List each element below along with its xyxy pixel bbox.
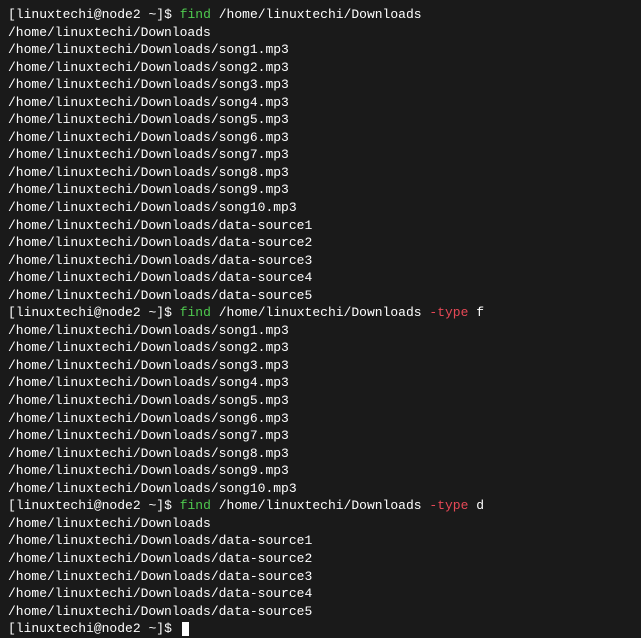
prompt-user-host: linuxtechi@node2 bbox=[16, 498, 141, 513]
prompt-bracket-close: ] bbox=[156, 305, 164, 320]
output-line: /home/linuxtechi/Downloads/data-source3 bbox=[8, 568, 633, 586]
output-line: /home/linuxtechi/Downloads/song7.mp3 bbox=[8, 427, 633, 445]
prompt-bracket-open: [ bbox=[8, 7, 16, 22]
prompt-bracket-close: ] bbox=[156, 621, 164, 636]
output-line: /home/linuxtechi/Downloads/song9.mp3 bbox=[8, 181, 633, 199]
cursor-icon bbox=[182, 622, 189, 636]
command-line: [linuxtechi@node2 ~]$ find /home/linuxte… bbox=[8, 6, 633, 24]
prompt-bracket-open: [ bbox=[8, 498, 16, 513]
command-flag-value: f bbox=[476, 305, 484, 320]
output-line: /home/linuxtechi/Downloads/data-source5 bbox=[8, 287, 633, 305]
output-line: /home/linuxtechi/Downloads/song10.mp3 bbox=[8, 199, 633, 217]
output-line: /home/linuxtechi/Downloads/song4.mp3 bbox=[8, 374, 633, 392]
command-name: find bbox=[180, 498, 211, 513]
prompt-symbol: $ bbox=[164, 305, 172, 320]
output-line: /home/linuxtechi/Downloads/data-source4 bbox=[8, 585, 633, 603]
output-line: /home/linuxtechi/Downloads bbox=[8, 24, 633, 42]
output-line: /home/linuxtechi/Downloads/song2.mp3 bbox=[8, 339, 633, 357]
output-line: /home/linuxtechi/Downloads bbox=[8, 515, 633, 533]
command-flag: -type bbox=[429, 305, 468, 320]
prompt-bracket-open: [ bbox=[8, 305, 16, 320]
prompt-symbol: $ bbox=[164, 498, 172, 513]
output-line: /home/linuxtechi/Downloads/song9.mp3 bbox=[8, 462, 633, 480]
terminal-window[interactable]: [linuxtechi@node2 ~]$ find /home/linuxte… bbox=[8, 6, 633, 638]
prompt-cwd: ~ bbox=[148, 621, 156, 636]
prompt-user-host: linuxtechi@node2 bbox=[16, 621, 141, 636]
prompt-bracket-close: ] bbox=[156, 7, 164, 22]
output-line: /home/linuxtechi/Downloads/data-source2 bbox=[8, 234, 633, 252]
prompt-symbol: $ bbox=[164, 7, 172, 22]
output-line: /home/linuxtechi/Downloads/data-source5 bbox=[8, 603, 633, 621]
command-name: find bbox=[180, 7, 211, 22]
output-line: /home/linuxtechi/Downloads/song8.mp3 bbox=[8, 164, 633, 182]
output-line: /home/linuxtechi/Downloads/song8.mp3 bbox=[8, 445, 633, 463]
output-line: /home/linuxtechi/Downloads/song1.mp3 bbox=[8, 322, 633, 340]
prompt-bracket-open: [ bbox=[8, 621, 16, 636]
output-line: /home/linuxtechi/Downloads/data-source3 bbox=[8, 252, 633, 270]
command-line: [linuxtechi@node2 ~]$ find /home/linuxte… bbox=[8, 497, 633, 515]
command-line-empty[interactable]: [linuxtechi@node2 ~]$ bbox=[8, 620, 633, 638]
output-line: /home/linuxtechi/Downloads/data-source1 bbox=[8, 217, 633, 235]
command-flag-value: d bbox=[476, 498, 484, 513]
prompt-symbol: $ bbox=[164, 621, 172, 636]
output-line: /home/linuxtechi/Downloads/data-source1 bbox=[8, 532, 633, 550]
command-arg: /home/linuxtechi/Downloads bbox=[219, 305, 422, 320]
output-line: /home/linuxtechi/Downloads/song3.mp3 bbox=[8, 357, 633, 375]
command-line: [linuxtechi@node2 ~]$ find /home/linuxte… bbox=[8, 304, 633, 322]
output-line: /home/linuxtechi/Downloads/song4.mp3 bbox=[8, 94, 633, 112]
command-name: find bbox=[180, 305, 211, 320]
prompt-user-host: linuxtechi@node2 bbox=[16, 305, 141, 320]
output-line: /home/linuxtechi/Downloads/song6.mp3 bbox=[8, 410, 633, 428]
output-line: /home/linuxtechi/Downloads/song5.mp3 bbox=[8, 392, 633, 410]
command-arg: /home/linuxtechi/Downloads bbox=[219, 7, 422, 22]
output-line: /home/linuxtechi/Downloads/song6.mp3 bbox=[8, 129, 633, 147]
output-line: /home/linuxtechi/Downloads/song5.mp3 bbox=[8, 111, 633, 129]
command-arg: /home/linuxtechi/Downloads bbox=[219, 498, 422, 513]
prompt-bracket-close: ] bbox=[156, 498, 164, 513]
output-line: /home/linuxtechi/Downloads/data-source4 bbox=[8, 269, 633, 287]
output-line: /home/linuxtechi/Downloads/song2.mp3 bbox=[8, 59, 633, 77]
output-line: /home/linuxtechi/Downloads/song1.mp3 bbox=[8, 41, 633, 59]
prompt-user-host: linuxtechi@node2 bbox=[16, 7, 141, 22]
output-line: /home/linuxtechi/Downloads/song7.mp3 bbox=[8, 146, 633, 164]
output-line: /home/linuxtechi/Downloads/song3.mp3 bbox=[8, 76, 633, 94]
output-line: /home/linuxtechi/Downloads/song10.mp3 bbox=[8, 480, 633, 498]
output-line: /home/linuxtechi/Downloads/data-source2 bbox=[8, 550, 633, 568]
command-flag: -type bbox=[429, 498, 468, 513]
